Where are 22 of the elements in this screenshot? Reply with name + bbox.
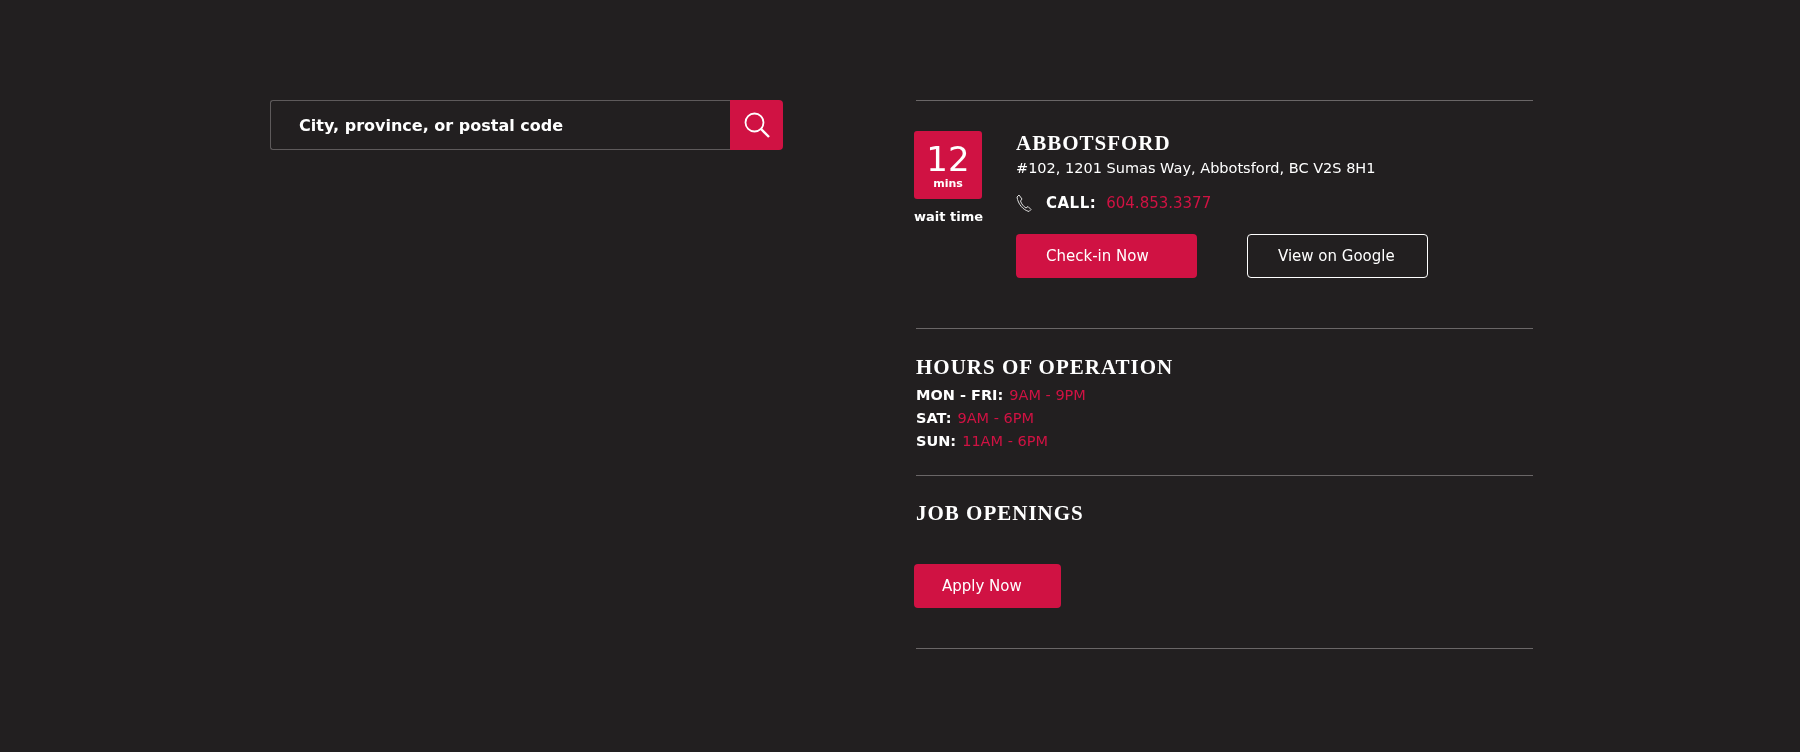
apply-button[interactable]: Apply Now [914, 564, 1061, 608]
google-button[interactable]: View on Google [1247, 234, 1428, 278]
hours-time: 11AM - 6PM [962, 433, 1048, 449]
call-label: CALL: [1046, 194, 1097, 212]
search-button[interactable] [730, 100, 783, 150]
search-icon [742, 111, 771, 139]
wait-caption: wait time [914, 209, 982, 224]
wait-unit: mins [933, 176, 963, 190]
search-field[interactable]: City, province, or postal code [270, 100, 730, 150]
hours-heading: HOURS OF OPERATION [916, 355, 1175, 380]
jobs-heading: JOB OPENINGS [916, 501, 1085, 526]
check-in-button[interactable]: Check-in Now [1016, 234, 1197, 278]
phone-icon [1016, 194, 1032, 212]
day-label: MON - FRI: [916, 387, 1004, 403]
day-label: SAT: [916, 410, 952, 426]
day-label: SUN: [916, 433, 957, 449]
phone-link[interactable]: 604.853.3377 [1106, 194, 1212, 212]
location-address: #102, 1201 Sumas Way, Abbotsford, BC V2S 8H1 [1016, 160, 1377, 176]
wait-minutes: 12 [926, 140, 970, 177]
location-name: ABBOTSFORD [1016, 131, 1172, 156]
hours-time: 9AM - 9PM [1009, 387, 1086, 403]
hours-time: 9AM - 6PM [957, 410, 1035, 426]
